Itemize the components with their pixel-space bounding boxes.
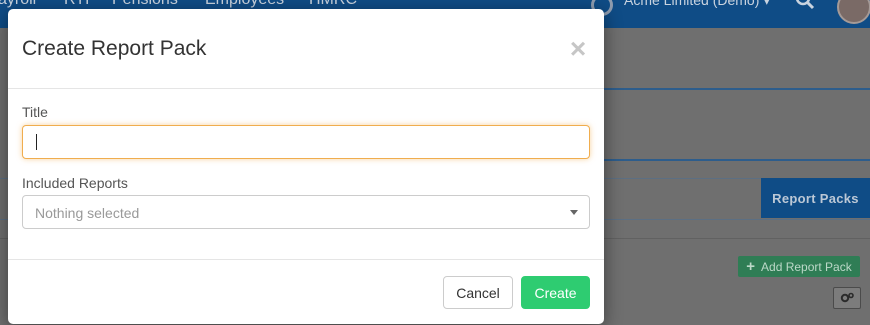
create-report-pack-dialog: Create Report Pack × Title Included Repo… [8, 9, 604, 324]
chevron-down-icon: ▾ [763, 0, 771, 8]
caret-down-icon [570, 210, 578, 215]
title-label: Title [22, 104, 48, 120]
avatar[interactable] [837, 0, 870, 24]
modal-footer: Cancel Create [8, 259, 604, 325]
nav-item-hmrc[interactable]: HMRC [309, 0, 357, 9]
close-icon[interactable]: × [566, 35, 590, 63]
included-reports-select[interactable]: Nothing selected [22, 195, 590, 229]
modal-title: Create Report Pack [22, 37, 207, 60]
tab-report-packs[interactable]: Report Packs [761, 178, 870, 218]
company-switcher[interactable]: Acme Limited (Demo) ▾ [624, 0, 770, 9]
cancel-button[interactable]: Cancel [443, 276, 513, 309]
nav-item-payroll[interactable]: ayroll [0, 0, 36, 9]
modal-header: Create Report Pack × [8, 9, 604, 89]
nav-item-employees[interactable]: Employees [205, 0, 284, 9]
settings-button[interactable] [833, 287, 861, 309]
search-icon[interactable] [795, 0, 815, 10]
add-report-pack-button[interactable]: + Add Report Pack [738, 256, 860, 277]
background-panel [560, 88, 870, 161]
company-name: Acme Limited (Demo) [624, 0, 760, 8]
create-button[interactable]: Create [521, 276, 590, 309]
plus-icon: + [746, 258, 756, 275]
title-input[interactable] [22, 125, 590, 159]
text-cursor [36, 134, 37, 150]
gear-icon [840, 292, 854, 303]
nav-item-pensions[interactable]: Pensions [112, 0, 178, 9]
included-reports-placeholder: Nothing selected [35, 205, 140, 221]
included-reports-label: Included Reports [22, 175, 128, 191]
add-report-pack-label: Add Report Pack [761, 259, 852, 274]
nav-item-rti[interactable]: RTI [64, 0, 89, 9]
